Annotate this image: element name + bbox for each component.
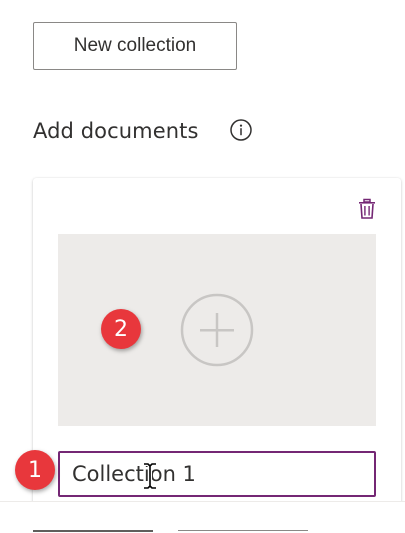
trash-icon[interactable] (355, 197, 379, 221)
collection-name-input[interactable] (60, 453, 374, 495)
footer-bar (0, 501, 405, 533)
plus-circle-icon[interactable] (180, 293, 254, 367)
section-header: Add documents (33, 114, 199, 148)
collection-name-field[interactable] (58, 451, 376, 497)
new-collection-button[interactable]: New collection (33, 22, 237, 70)
step-badge-2: 2 (101, 309, 141, 349)
section-title: Add documents (33, 119, 199, 143)
form-panel: New collection Add documents 1 2 (0, 0, 405, 533)
step-badge-1: 1 (15, 450, 55, 490)
info-icon[interactable] (229, 118, 253, 142)
